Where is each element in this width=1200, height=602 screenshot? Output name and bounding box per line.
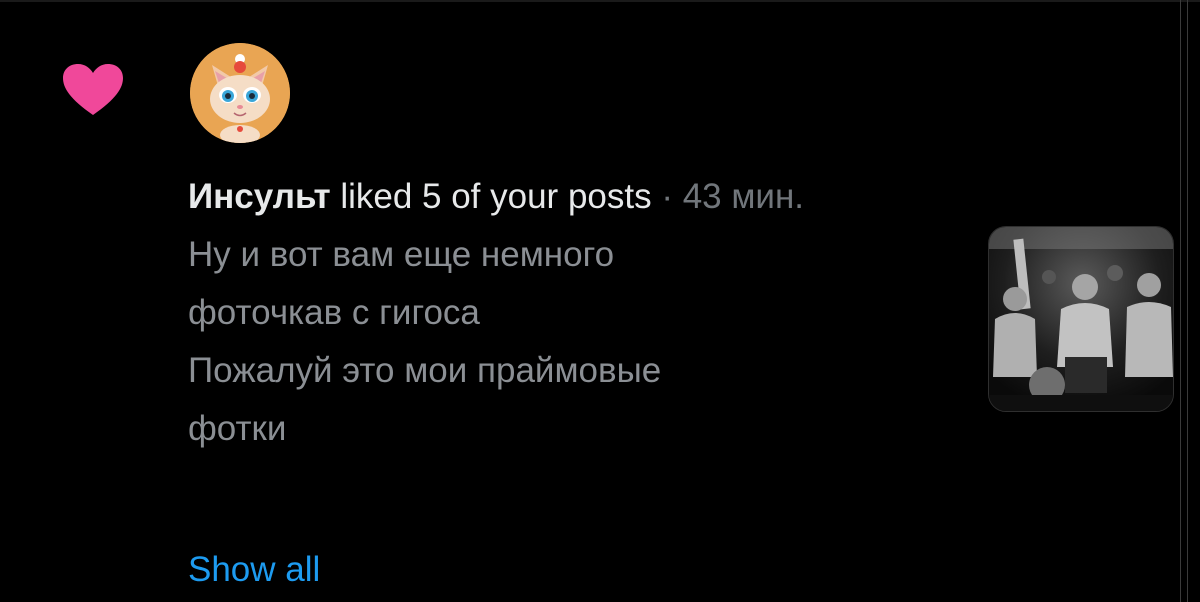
heart-icon (63, 64, 123, 115)
photo-thumbnail-icon (989, 227, 1173, 411)
post-preview-text: Ну и вот вам еще немного фоточкав с гиго… (188, 235, 662, 448)
cat-avatar-icon (190, 43, 290, 143)
show-all-link[interactable]: Show all (188, 541, 320, 599)
post-thumbnail[interactable] (988, 226, 1174, 412)
scrollbar[interactable] (1180, 0, 1188, 602)
like-notification[interactable]: Инсульт liked 5 of your posts · 43 мин. … (0, 0, 1180, 602)
timestamp: · 43 мин. (651, 177, 805, 216)
user-avatar[interactable] (190, 43, 290, 143)
action-text: liked 5 of your posts (330, 177, 652, 216)
user-name[interactable]: Инсульт (188, 177, 331, 216)
notification-headline: Инсульт liked 5 of your posts · 43 мин. (188, 168, 928, 226)
notification-text: Инсульт liked 5 of your posts · 43 мин. … (188, 168, 928, 458)
